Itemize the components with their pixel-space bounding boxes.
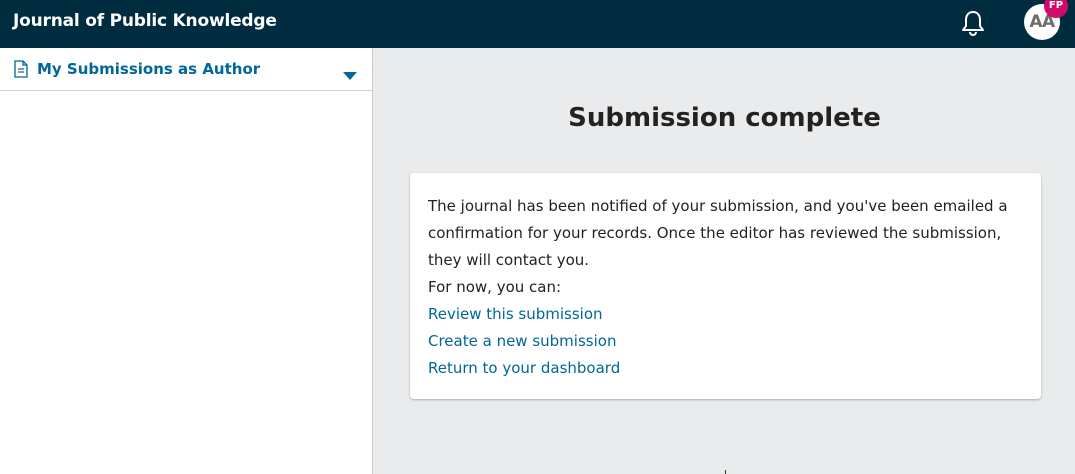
sidebar-item-my-submissions[interactable]: My Submissions as Author [0,48,372,91]
chevron-down-icon[interactable] [343,66,357,80]
message-line: The journal has been notified of your su… [428,197,1008,215]
bell-icon[interactable] [958,8,988,38]
dashboard-link[interactable]: Return to your dashboard [428,355,1028,382]
card-content: The journal has been notified of your su… [428,193,1028,382]
new-submission-link[interactable]: Create a new submission [428,328,1028,355]
mouse-cursor [725,470,726,474]
message-line: confirmation for your records. Once the … [428,224,1002,242]
role-badge: FP [1044,0,1068,18]
page-title: Submission complete [568,103,881,133]
next-steps-prompt: For now, you can: [428,278,562,296]
document-icon [13,60,29,78]
app-title[interactable]: Journal of Public Knowledge [13,11,277,31]
submission-complete-card: The journal has been notified of your su… [410,173,1041,399]
review-submission-link[interactable]: Review this submission [428,301,1028,328]
sidebar: My Submissions as Author [0,48,373,474]
sidebar-item-label: My Submissions as Author [37,60,261,78]
top-bar: Journal of Public Knowledge AA FP [0,0,1075,48]
message-line: they will contact you. [428,251,590,269]
